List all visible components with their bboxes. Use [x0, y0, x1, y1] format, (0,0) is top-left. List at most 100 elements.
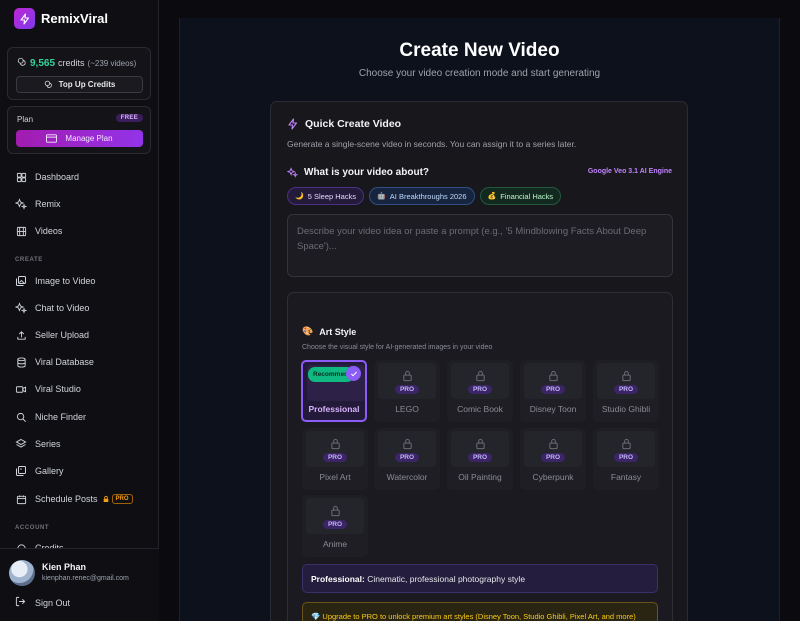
bolt-icon [288, 118, 298, 130]
upload-icon [15, 329, 27, 341]
style-label: LEGO [395, 404, 419, 414]
lock-icon [402, 438, 412, 449]
nav-item-remix[interactable]: Remix [15, 197, 61, 211]
style-tile-comic-book[interactable]: PRO Comic Book [447, 360, 513, 422]
pro-badge: PRO [613, 384, 639, 394]
lock-icon [475, 370, 485, 381]
nav-item-image-to-video[interactable]: Image to Video [15, 274, 95, 288]
logout-icon [15, 596, 26, 609]
style-tile-watercolor[interactable]: PRO Watercolor [374, 428, 440, 490]
nav-label: Chat to Video [35, 303, 90, 313]
lock-icon [548, 438, 558, 449]
pro-tag: PRO [102, 494, 133, 504]
top-up-label: Top Up Credits [58, 80, 116, 89]
brand[interactable]: RemixViral [14, 8, 108, 29]
credits-label: credits [58, 58, 85, 68]
style-label: Pixel Art [319, 472, 351, 482]
style-tile-studio-ghibli[interactable]: PRO Studio Ghibli [593, 360, 659, 422]
quick-create-card: Quick Create Video Generate a single-sce… [270, 101, 688, 621]
nav-item-chat-to-video[interactable]: Chat to Video [15, 301, 89, 315]
art-style-description: Choose the visual style for AI-generated… [302, 344, 493, 351]
main-content: Create New Video Choose your video creat… [159, 0, 800, 621]
nav-item-schedule-posts[interactable]: Schedule Posts PRO [15, 492, 133, 506]
chip-label: Financial Hacks [500, 191, 554, 201]
pro-badge: PRO [394, 384, 420, 394]
nav-label: Dashboard [35, 172, 80, 182]
art-style-title: 🎨 Art Style [302, 326, 356, 337]
pro-badge: PRO [394, 452, 420, 462]
about-label: What is your video about? [287, 167, 429, 178]
user-email: kienphan.renec@gmail.com [42, 575, 129, 582]
pro-badge: PRO [467, 384, 493, 394]
avatar[interactable] [9, 560, 35, 586]
nav-item-viral-studio[interactable]: Viral Studio [15, 382, 81, 396]
page-title: Create New Video [399, 40, 560, 61]
card-icon [46, 134, 58, 143]
style-tile-fantasy[interactable]: PRO Fantasy [593, 428, 659, 490]
nav-label: Schedule Posts [35, 494, 98, 504]
style-tile-pixel-art[interactable]: PRO Pixel Art [302, 428, 368, 490]
sidebar: RemixViral 9,565 credits (~239 videos) T… [0, 0, 159, 621]
nav-item-dashboard[interactable]: Dashboard [15, 170, 79, 184]
video-icon [15, 383, 27, 395]
suggestion-chip[interactable]: 🌙 5 Sleep Hacks [287, 187, 365, 205]
manage-plan-button[interactable]: Manage Plan [16, 130, 143, 147]
bolt-icon [14, 8, 35, 29]
style-tile-cyberpunk[interactable]: PRO Cyberpunk [520, 428, 586, 490]
pro-badge: PRO [467, 452, 493, 462]
style-thumb: PRO [597, 431, 655, 467]
upgrade-note[interactable]: 💎 Upgrade to PRO to unlock premium art s… [302, 602, 658, 621]
prompt-input[interactable]: Describe your video idea or paste a prom… [287, 214, 673, 277]
style-tile-professional[interactable]: Recommended Professional [301, 360, 367, 422]
robot-icon: 🤖 [377, 193, 386, 200]
style-tile-lego[interactable]: PRO LEGO [374, 360, 440, 422]
database-icon [15, 356, 27, 368]
nav-label: Videos [35, 226, 63, 236]
suggestion-chip[interactable]: 🤖 AI Breakthroughs 2026 [369, 187, 475, 205]
style-tile-anime[interactable]: PRO Anime [302, 495, 368, 557]
style-label: Fantasy [610, 472, 642, 482]
nav-item-niche-finder[interactable]: Niche Finder [15, 410, 86, 424]
coins-icon [44, 80, 52, 88]
search-icon [15, 411, 27, 423]
nav-section-create: CREATE [15, 257, 43, 263]
nav-label: Gallery [35, 466, 64, 476]
sparkles-icon [287, 167, 298, 178]
manage-plan-label: Manage Plan [65, 134, 113, 143]
suggestion-chip[interactable]: 💰 Financial Hacks [479, 187, 562, 205]
pro-badge: PRO [322, 519, 348, 529]
engine-label: Google Veo 3.1 AI Engine [587, 168, 672, 175]
layers-icon [15, 438, 27, 450]
user-bar: Kien Phan kienphan.renec@gmail.com Sign … [0, 548, 159, 621]
style-label: Watercolor [386, 472, 428, 482]
style-thumb: PRO [378, 431, 436, 467]
nav-item-gallery[interactable]: Gallery [15, 464, 64, 478]
images-icon [15, 275, 27, 287]
pro-badge: PRO [322, 452, 348, 462]
nav-label: Series [35, 439, 61, 449]
nav-item-viral-database[interactable]: Viral Database [15, 355, 94, 369]
chip-label: 5 Sleep Hacks [307, 191, 357, 201]
style-thumb: PRO [524, 363, 582, 399]
lock-icon [475, 438, 485, 449]
lock-icon [621, 370, 631, 381]
plan-label: Plan [17, 115, 34, 124]
credits-card: 9,565 credits (~239 videos) Top Up Credi… [7, 47, 151, 100]
money-bag-icon: 💰 [487, 193, 497, 200]
style-label: Oil Painting [458, 472, 502, 482]
top-up-credits-button[interactable]: Top Up Credits [16, 76, 143, 93]
lock-icon [103, 495, 108, 502]
style-thumb: PRO [451, 363, 509, 399]
style-tile-oil-painting[interactable]: PRO Oil Painting [447, 428, 513, 490]
nav-item-series[interactable]: Series [15, 437, 61, 451]
credits-estimate: (~239 videos) [87, 58, 137, 68]
chip-label: AI Breakthroughs 2026 [389, 191, 467, 201]
style-tile-disney-toon[interactable]: PRO Disney Toon [520, 360, 586, 422]
gallery-icon [15, 465, 27, 477]
nav-item-seller-upload[interactable]: Seller Upload [15, 328, 89, 342]
lock-icon [621, 438, 631, 449]
lock-icon [548, 370, 558, 381]
nav-label: Remix [35, 199, 61, 209]
sign-out-button[interactable]: Sign Out [15, 596, 70, 609]
nav-item-videos[interactable]: Videos [15, 224, 62, 238]
